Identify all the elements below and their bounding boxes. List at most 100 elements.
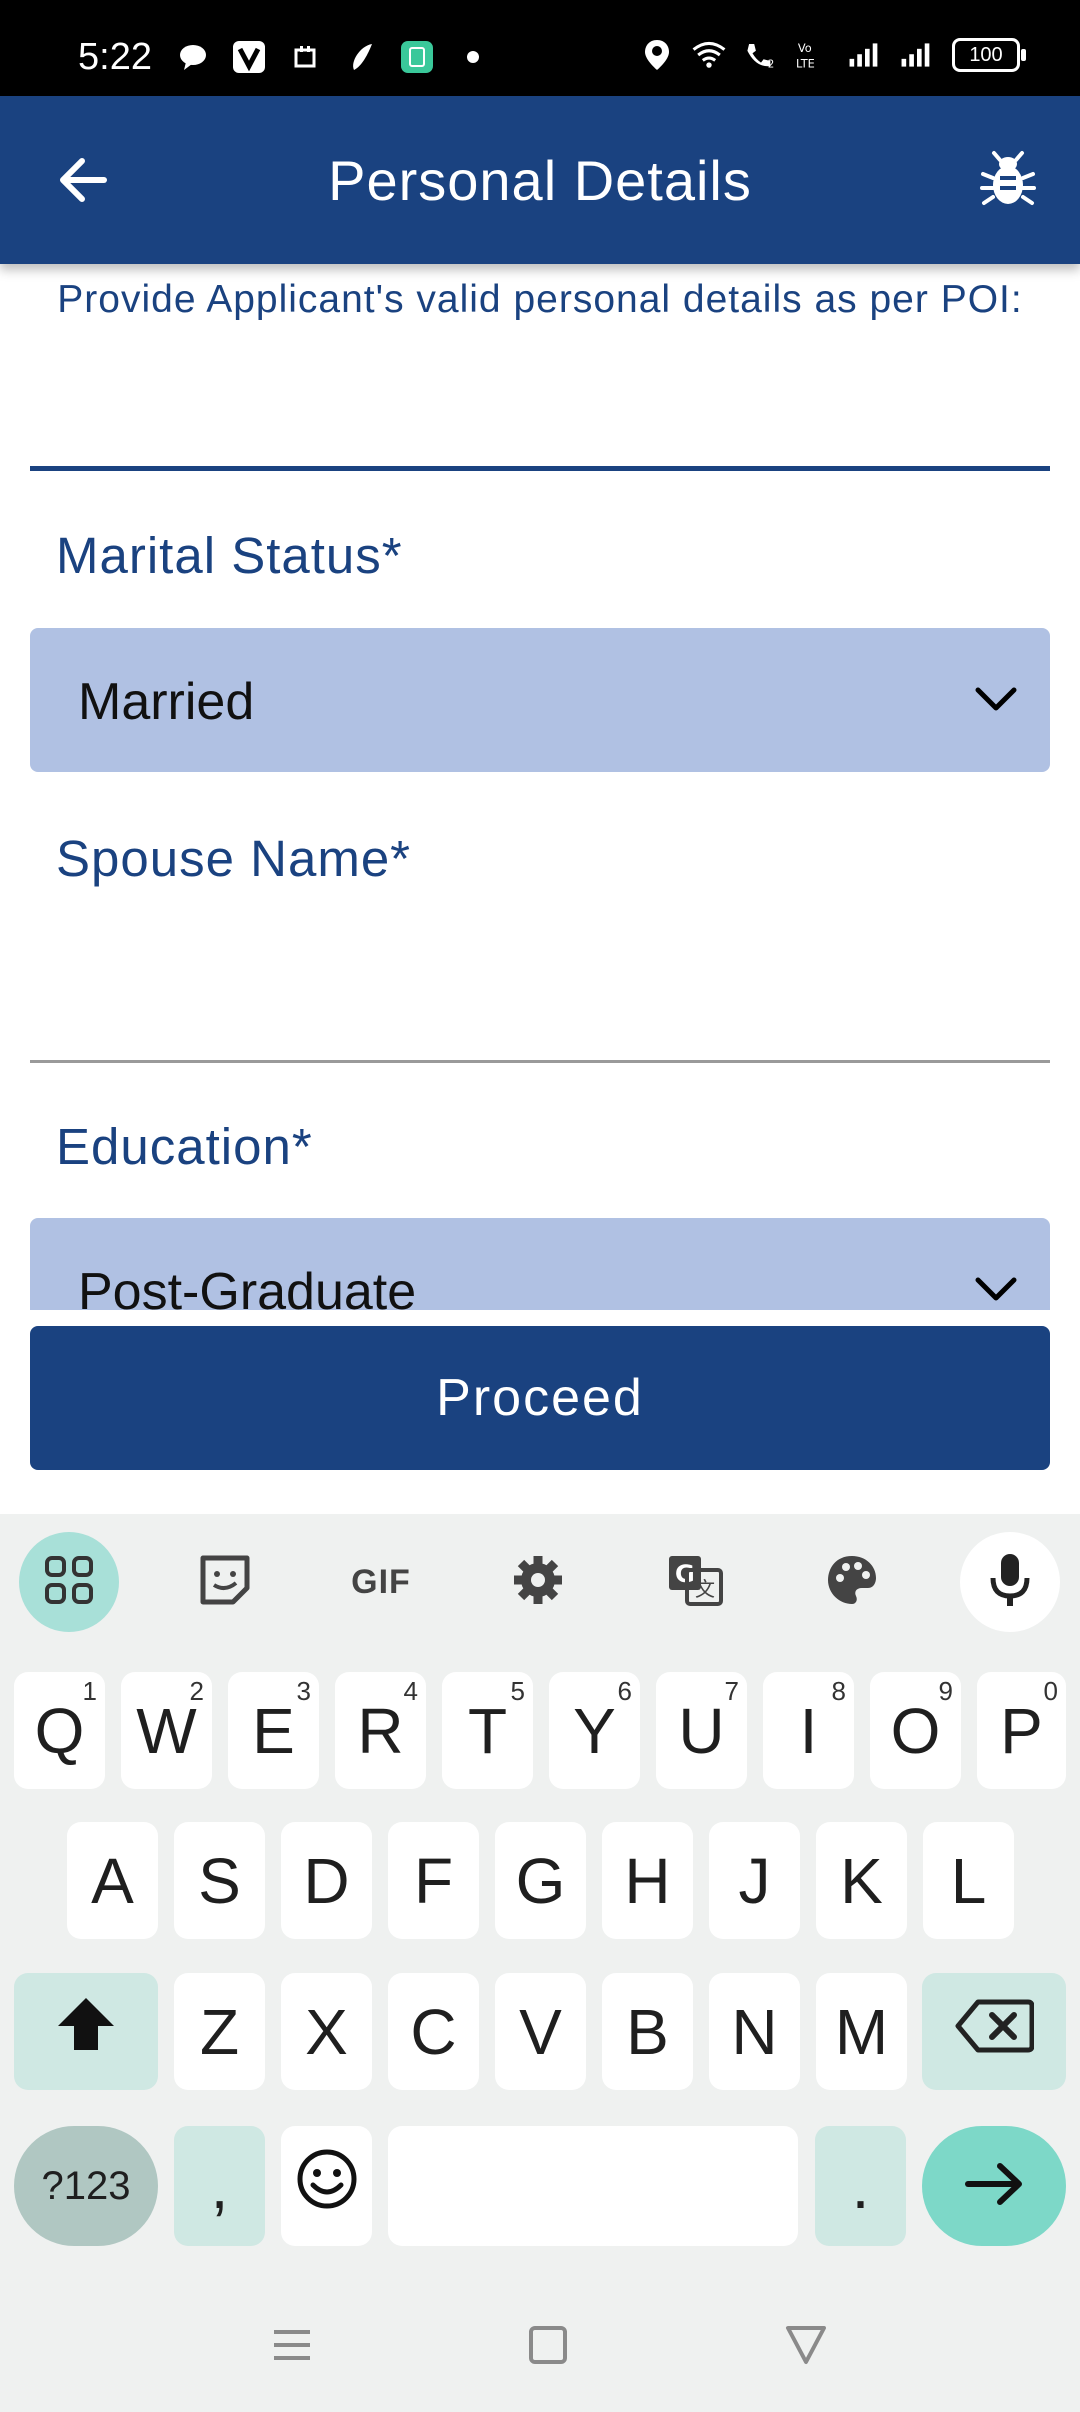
education-label: Education* xyxy=(56,1118,313,1175)
signal-1-icon xyxy=(848,38,882,72)
comma-key[interactable]: , xyxy=(174,2126,265,2246)
key-p[interactable]: P0 xyxy=(977,1672,1066,1789)
key-label: R xyxy=(357,1694,404,1767)
calendar-icon xyxy=(288,40,322,74)
svg-text:Vo: Vo xyxy=(798,41,812,55)
home-square-icon xyxy=(518,2326,578,2374)
key-hint: 5 xyxy=(510,1676,525,1706)
bug-report-button[interactable] xyxy=(976,148,1040,212)
key-o[interactable]: O9 xyxy=(870,1672,961,1789)
section-divider xyxy=(30,466,1050,471)
key-k[interactable]: K xyxy=(816,1822,907,1939)
gif-button[interactable]: GIF xyxy=(331,1532,431,1632)
key-i[interactable]: I8 xyxy=(763,1672,854,1789)
wifi-call-icon: 2 xyxy=(744,38,778,72)
key-j[interactable]: J xyxy=(709,1822,800,1939)
key-label: U xyxy=(678,1694,725,1767)
battery-indicator: 100 xyxy=(952,38,1026,72)
key-l[interactable]: L xyxy=(923,1822,1014,1939)
key-hint: 9 xyxy=(938,1676,953,1706)
app-icon xyxy=(344,40,378,74)
spouse-name-input[interactable] xyxy=(30,940,1050,1063)
space-key[interactable] xyxy=(388,2126,798,2246)
home-button[interactable] xyxy=(518,2320,578,2370)
key-label: Q xyxy=(34,1694,85,1767)
period-key[interactable]: . xyxy=(815,2126,906,2246)
key-a[interactable]: A xyxy=(67,1822,158,1939)
marital-status-dropdown[interactable]: Married xyxy=(30,628,1050,772)
keyboard-toolbar: GIF G文 xyxy=(0,1514,1080,1648)
key-x[interactable]: X xyxy=(281,1973,372,2090)
key-hint: 6 xyxy=(617,1676,632,1706)
key-y[interactable]: Y6 xyxy=(549,1672,640,1789)
key-t[interactable]: T5 xyxy=(442,1672,533,1789)
marital-status-label: Marital Status* xyxy=(56,527,403,584)
key-v[interactable]: V xyxy=(495,1973,586,2090)
chevron-down-icon xyxy=(970,678,1022,722)
system-nav-bar xyxy=(0,2280,1080,2412)
translate-icon: G文 xyxy=(665,1552,725,1613)
sticker-button[interactable] xyxy=(175,1532,275,1632)
back-triangle-icon xyxy=(776,2326,836,2374)
nav-back-button[interactable] xyxy=(776,2320,836,2370)
voice-input-button[interactable] xyxy=(960,1532,1060,1632)
menu-icon xyxy=(262,2330,322,2374)
key-h[interactable]: H xyxy=(602,1822,693,1939)
emoji-key[interactable] xyxy=(281,2126,372,2246)
apps-icon xyxy=(43,1554,95,1611)
key-s[interactable]: S xyxy=(174,1822,265,1939)
key-n[interactable]: N xyxy=(709,1973,800,2090)
key-u[interactable]: U7 xyxy=(656,1672,747,1789)
svg-text:2: 2 xyxy=(768,60,774,71)
chat-bubble-icon xyxy=(176,40,210,74)
status-time: 5:22 xyxy=(78,36,152,78)
marital-status-value: Married xyxy=(78,673,255,731)
app-bar: Personal Details xyxy=(0,96,1080,264)
symbols-key[interactable]: ?123 xyxy=(14,2126,158,2246)
key-label: P xyxy=(1000,1694,1043,1767)
key-hint: 3 xyxy=(296,1676,311,1706)
v-app-icon xyxy=(232,40,266,74)
settings-icon xyxy=(510,1552,566,1613)
key-g[interactable]: G xyxy=(495,1822,586,1939)
palette-icon xyxy=(824,1552,880,1613)
key-label: T xyxy=(467,1694,508,1767)
education-value: Post-Graduate xyxy=(78,1263,417,1310)
shift-icon xyxy=(54,1994,118,2069)
education-dropdown-viewport: Post-Graduate xyxy=(0,1218,1080,1310)
key-d[interactable]: D xyxy=(281,1822,372,1939)
backspace-icon xyxy=(954,1995,1035,2069)
key-hint: 1 xyxy=(82,1676,97,1706)
apps-button[interactable] xyxy=(19,1532,119,1632)
backspace-key[interactable] xyxy=(922,1973,1066,2090)
key-hint: 2 xyxy=(189,1676,204,1706)
key-w[interactable]: W2 xyxy=(121,1672,212,1789)
soft-keyboard: GIF G文 Q1 W2 E3 R4 T5 Y6 U 7 I 8 O 9 P 0… xyxy=(0,1514,1080,2412)
key-z[interactable]: Z xyxy=(174,1973,265,2090)
key-label: Y xyxy=(573,1694,616,1767)
status-left-icons xyxy=(176,40,490,74)
theme-button[interactable] xyxy=(802,1532,902,1632)
key-e[interactable]: E3 xyxy=(228,1672,319,1789)
key-f[interactable]: F xyxy=(388,1822,479,1939)
key-label: O xyxy=(890,1694,941,1767)
key-hint: 0 xyxy=(1043,1676,1058,1706)
recents-button[interactable] xyxy=(262,2320,322,2370)
translate-button[interactable]: G文 xyxy=(645,1532,745,1632)
shift-key[interactable] xyxy=(14,1973,158,2090)
key-m[interactable]: M xyxy=(816,1973,907,2090)
key-label: E xyxy=(252,1694,295,1767)
status-bar: 5:22 2 Vo LTE 100 xyxy=(0,0,1080,96)
form-instructions: Provide Applicant's valid personal detai… xyxy=(57,278,1023,321)
enter-key[interactable] xyxy=(922,2126,1066,2246)
signal-2-icon xyxy=(900,38,934,72)
key-r[interactable]: R4 xyxy=(335,1672,426,1789)
proceed-button[interactable]: Proceed xyxy=(30,1326,1050,1470)
location-icon xyxy=(640,38,674,72)
key-c[interactable]: C xyxy=(388,1973,479,2090)
education-dropdown[interactable]: Post-Graduate xyxy=(30,1218,1050,1310)
key-b[interactable]: B xyxy=(602,1973,693,2090)
status-right-icons: 2 Vo LTE 100 xyxy=(640,38,1026,72)
keyboard-settings-button[interactable] xyxy=(488,1532,588,1632)
key-q[interactable]: Q1 xyxy=(14,1672,105,1789)
